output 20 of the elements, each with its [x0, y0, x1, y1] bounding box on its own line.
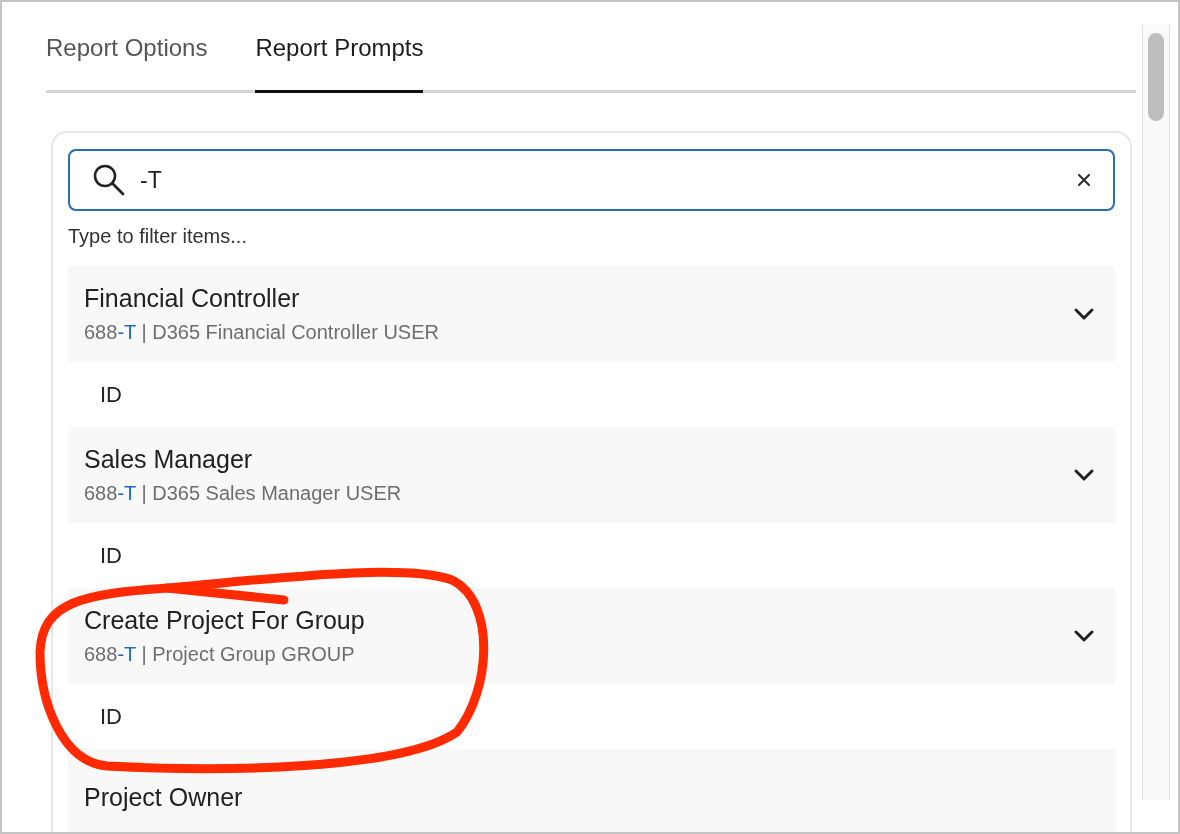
list-item-header[interactable]: Sales Manager 688-T | D365 Sales Manager USER — [68, 427, 1115, 523]
item-title: Create Project For Group — [84, 606, 366, 635]
list-item-header[interactable]: Financial Controller 688-T | D365 Financial Controller USER — [68, 266, 1115, 362]
tab[interactable]: Report Options — [46, 22, 208, 93]
item-subtitle: 688-T | Project Group GROUP — [84, 643, 356, 666]
help-text: Type to filter items... — [68, 225, 248, 248]
field-label: ID — [99, 380, 123, 409]
field-label: ID — [99, 541, 123, 570]
item-title: Project Owner — [84, 782, 244, 812]
list-item-header[interactable]: Create Project For Group 688-T | Project Group GROUP — [68, 588, 1115, 684]
search-icon — [92, 163, 126, 197]
list-item-header[interactable]: Project Owner — [68, 749, 1115, 832]
scrollbar-thumb[interactable] — [1148, 33, 1164, 121]
search-field[interactable]: -T — [68, 149, 1115, 211]
item-subtitle: 688-T | D365 Financial Controller USER — [84, 321, 440, 344]
tab[interactable]: Report Prompts — [255, 22, 424, 93]
item-subtitle: 688-T | D365 Sales Manager USER — [84, 482, 403, 505]
item-title: Sales Manager — [84, 445, 254, 474]
field-label: ID — [99, 702, 123, 731]
item-title: Financial Controller — [84, 284, 301, 313]
